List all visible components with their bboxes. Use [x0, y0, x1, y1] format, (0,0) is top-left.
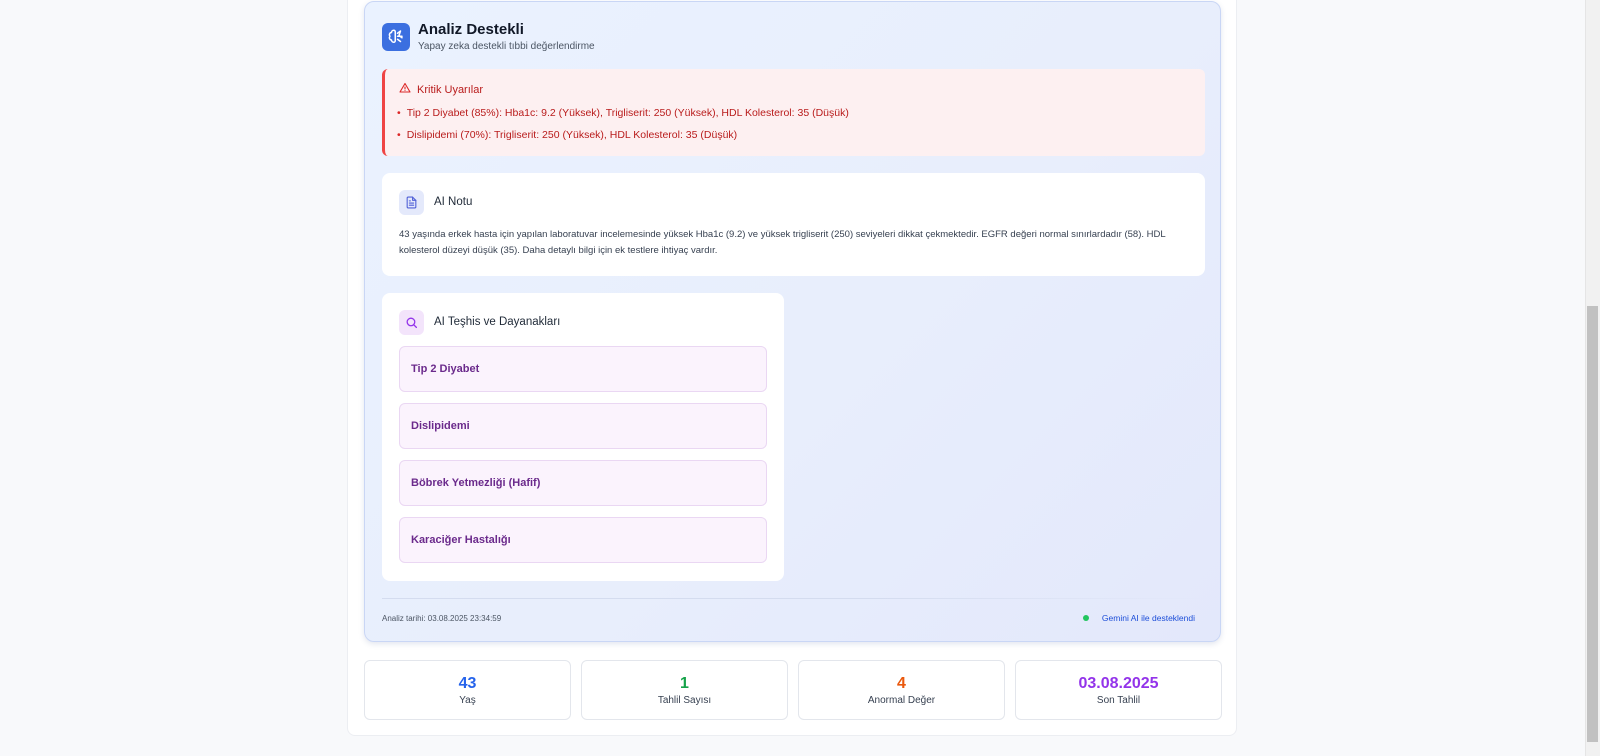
search-icon — [399, 310, 424, 335]
status-dot-icon — [1082, 615, 1089, 621]
stat-abnormal-count: 4 Anormal Değer — [798, 660, 1005, 720]
divider — [382, 598, 1205, 599]
stat-test-count: 1 Tahlil Sayısı — [581, 660, 788, 720]
scrollbar-thumb[interactable] — [1587, 306, 1598, 742]
stat-age: 43 Yaş — [364, 660, 571, 720]
analysis-date: Analiz tarihi: 03.08.2025 23:34:59 — [382, 614, 502, 623]
diagnosis-item[interactable]: Dislipidemi — [399, 403, 767, 449]
alert-item: • Tip 2 Diyabet (85%): Hba1c: 9.2 (Yükse… — [397, 107, 849, 119]
scrollbar[interactable] — [1585, 0, 1600, 756]
stat-value: 1 — [680, 675, 689, 692]
ai-note-title: AI Notu — [434, 196, 473, 208]
analysis-title: Analiz Destekli — [418, 21, 524, 38]
stat-label: Tahlil Sayısı — [657, 695, 712, 706]
diagnosis-item[interactable]: Karaciğer Hastalığı — [399, 517, 767, 563]
stat-value: 43 — [458, 675, 477, 692]
stat-value: 03.08.2025 — [1078, 675, 1159, 692]
ai-diagnosis-title: AI Teşhis ve Dayanakları — [434, 316, 561, 328]
ai-note-card: AI Notu 43 yaşında erkek hasta için yapı… — [382, 173, 1205, 276]
brain-icon — [382, 23, 410, 51]
stat-last-test: 03.08.2025 Son Tahlil — [1015, 660, 1222, 720]
ai-note-text: 43 yaşında erkek hasta için yapılan labo… — [399, 229, 1166, 256]
critical-alerts-header: Kritik Uyarılar — [399, 82, 483, 97]
analysis-subtitle: Yapay zeka destekli tıbbi değerlendirme — [418, 41, 595, 52]
diagnosis-item[interactable]: Böbrek Yetmezliği (Hafif) — [399, 460, 767, 506]
alert-item-text: Tip 2 Diyabet (85%): Hba1c: 9.2 (Yüksek)… — [406, 107, 849, 119]
alert-item-text: Dislipidemi (70%): Trigliserit: 250 (Yük… — [406, 129, 738, 141]
powered-by-text: Gemini AI ile desteklendi — [1101, 613, 1195, 623]
alert-item: • Dislipidemi (70%): Trigliserit: 250 (Y… — [397, 129, 738, 141]
ai-analysis-card: Analiz Destekli Yapay zeka destekli tıbb… — [364, 1, 1221, 642]
warning-icon — [399, 82, 411, 97]
powered-by: Gemini AI ile desteklendi — [1082, 613, 1195, 623]
diagnosis-item[interactable]: Tip 2 Diyabet — [399, 346, 767, 392]
critical-alerts: Kritik Uyarılar • Tip 2 Diyabet (85%): H… — [382, 69, 1205, 156]
stat-value: 4 — [897, 675, 906, 692]
stat-label: Yaş — [459, 695, 476, 706]
stat-label: Son Tahlil — [1096, 695, 1141, 706]
critical-alerts-title: Kritik Uyarılar — [417, 83, 484, 96]
stat-label: Anormal Değer — [867, 695, 936, 706]
ai-diagnosis-card: AI Teşhis ve Dayanakları Tip 2 Diyabet D… — [382, 293, 784, 581]
document-icon — [399, 190, 424, 215]
